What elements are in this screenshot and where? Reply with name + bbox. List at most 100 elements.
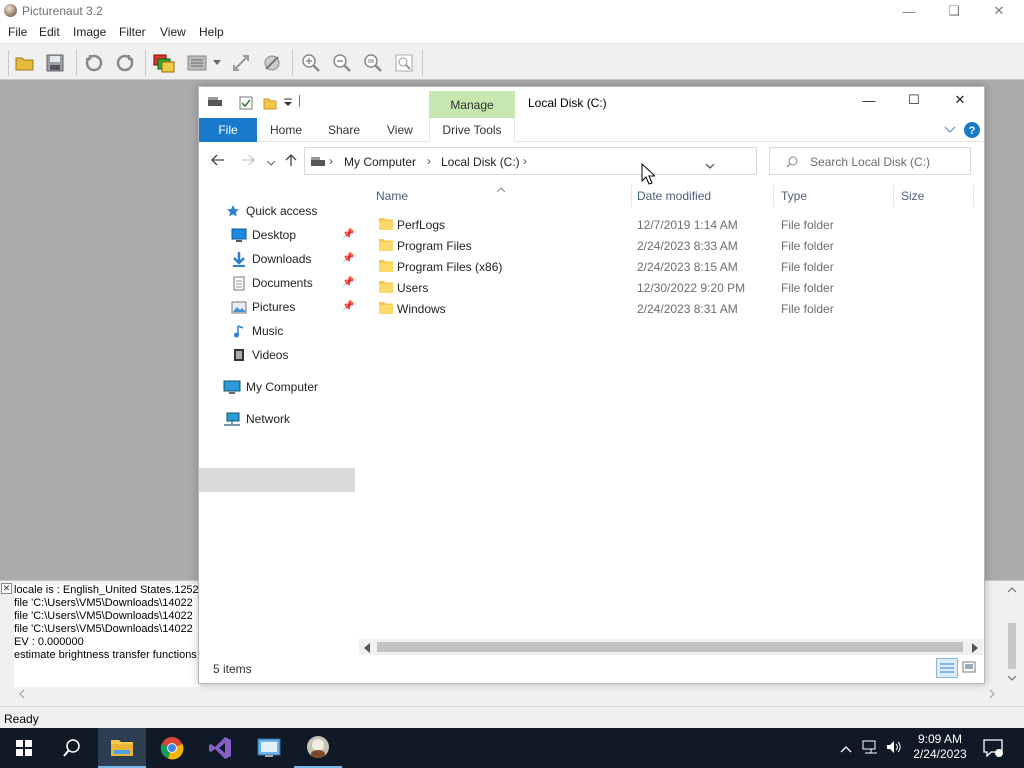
nav-my-computer[interactable]: My Computer xyxy=(223,376,318,398)
pin-icon[interactable]: 📌 xyxy=(342,229,354,240)
large-icons-view-icon[interactable] xyxy=(962,661,976,676)
file-row[interactable]: Windows 2/24/2023 8:31 AM File folder xyxy=(375,298,975,319)
save-icon[interactable] xyxy=(44,52,66,74)
zoom-actual-icon[interactable] xyxy=(393,52,415,74)
column-header-date[interactable]: Date modified xyxy=(637,189,711,203)
back-icon[interactable] xyxy=(211,154,225,169)
properties-icon[interactable] xyxy=(239,96,253,113)
network-status-icon[interactable] xyxy=(862,740,880,757)
volume-icon[interactable] xyxy=(886,740,902,757)
column-header-size[interactable]: Size xyxy=(901,189,924,203)
breadcrumb-local-disk[interactable]: Local Disk (C:) xyxy=(441,155,520,169)
explorer-close-button[interactable]: ✕ xyxy=(937,89,983,111)
horizontal-scrollbar[interactable] xyxy=(359,639,983,655)
nav-music[interactable]: Music xyxy=(231,320,283,342)
menu-image[interactable]: Image xyxy=(73,25,106,39)
crop-icon[interactable] xyxy=(230,52,252,74)
manage-context-tab[interactable]: Manage xyxy=(429,91,515,118)
column-header-name[interactable]: Name xyxy=(376,189,408,203)
expand-ribbon-icon[interactable] xyxy=(944,124,956,138)
nav-desktop[interactable]: Desktop xyxy=(231,224,296,246)
customize-qat-icon[interactable] xyxy=(283,96,293,111)
close-button[interactable]: ✕ xyxy=(976,0,1022,22)
file-row[interactable]: PerfLogs 12/7/2019 1:14 AM File folder xyxy=(375,214,975,235)
forward-icon[interactable] xyxy=(241,154,255,169)
control-panel-icon[interactable] xyxy=(245,728,293,768)
help-icon[interactable]: ? xyxy=(963,121,981,142)
tab-drive-tools[interactable]: Drive Tools xyxy=(429,118,515,142)
menu-edit[interactable]: Edit xyxy=(39,25,60,39)
visual-studio-icon[interactable] xyxy=(196,728,244,768)
tab-file[interactable]: File xyxy=(199,118,257,142)
zoom-in-icon[interactable] xyxy=(300,52,322,74)
up-icon[interactable] xyxy=(285,153,297,170)
file-list: Name Date modified Type Size PerfLogs 12… xyxy=(357,179,984,649)
nav-label: Videos xyxy=(252,348,289,362)
nav-quick-access[interactable]: Quick access xyxy=(225,200,317,222)
explorer-minimize-button[interactable]: — xyxy=(846,89,892,111)
file-row[interactable]: Program Files (x86) 2/24/2023 8:15 AM Fi… xyxy=(375,256,975,277)
log-horizontal-scrollbar[interactable] xyxy=(14,687,1000,701)
pin-icon[interactable]: 📌 xyxy=(342,301,354,312)
column-header-type[interactable]: Type xyxy=(781,189,807,203)
menu-filter[interactable]: Filter xyxy=(119,25,146,39)
file-row[interactable]: Users 12/30/2022 9:20 PM File folder xyxy=(375,277,975,298)
log-vertical-scrollbar[interactable] xyxy=(1005,583,1019,685)
nav-label: Documents xyxy=(252,276,313,290)
pin-icon[interactable]: 📌 xyxy=(342,253,354,264)
scrollbar-thumb[interactable] xyxy=(377,642,963,652)
rotate-left-icon[interactable] xyxy=(83,52,105,74)
restore-button[interactable]: ❏ xyxy=(931,0,977,22)
column-divider[interactable] xyxy=(773,185,774,207)
pin-icon[interactable]: 📌 xyxy=(342,277,354,288)
menu-help[interactable]: Help xyxy=(199,25,224,39)
chrome-icon[interactable] xyxy=(148,728,196,768)
chevron-right-icon[interactable]: › xyxy=(329,154,333,168)
column-divider[interactable] xyxy=(893,185,894,207)
new-folder-icon[interactable] xyxy=(263,96,277,113)
nav-downloads[interactable]: Downloads xyxy=(231,248,311,270)
open-folder-icon[interactable] xyxy=(14,52,36,74)
recent-locations-icon[interactable] xyxy=(266,156,276,170)
chevron-right-icon[interactable]: › xyxy=(427,154,431,168)
picturenaut-icon[interactable] xyxy=(294,728,342,768)
show-hidden-icons-icon[interactable] xyxy=(840,742,852,756)
scroll-left-icon[interactable] xyxy=(363,642,371,656)
nav-videos[interactable]: Videos xyxy=(231,344,288,366)
nav-documents[interactable]: Documents xyxy=(231,272,313,294)
address-history-icon[interactable] xyxy=(705,159,715,173)
rotate-right-icon[interactable] xyxy=(114,52,136,74)
file-explorer-icon[interactable] xyxy=(98,728,146,768)
file-row[interactable]: Program Files 2/24/2023 8:33 AM File fol… xyxy=(375,235,975,256)
zoom-out-icon[interactable] xyxy=(331,52,353,74)
menu-file[interactable]: File xyxy=(8,25,27,39)
explorer-maximize-button[interactable]: ☐ xyxy=(891,89,937,111)
nav-pictures[interactable]: Pictures xyxy=(231,296,295,318)
list-icon[interactable] xyxy=(186,52,208,74)
dropdown-arrow-icon[interactable] xyxy=(210,52,224,74)
column-divider[interactable] xyxy=(973,185,974,207)
search-icon[interactable] xyxy=(48,728,96,768)
breadcrumb-my-computer[interactable]: My Computer xyxy=(344,155,416,169)
tab-home[interactable]: Home xyxy=(270,118,302,142)
search-input[interactable]: Search Local Disk (C:) xyxy=(769,147,971,175)
start-icon[interactable] xyxy=(0,728,48,768)
adjust-icon[interactable] xyxy=(261,52,283,74)
nav-network[interactable]: Network xyxy=(223,408,290,430)
svg-text:?: ? xyxy=(969,125,976,137)
system-clock[interactable]: 9:09 AM 2/24/2023 xyxy=(908,732,972,762)
notifications-icon[interactable] xyxy=(983,739,1003,760)
details-view-icon[interactable] xyxy=(936,658,958,678)
address-bar[interactable]: › My Computer › Local Disk (C:) › xyxy=(304,147,852,175)
column-divider[interactable] xyxy=(631,185,632,207)
scroll-right-icon[interactable] xyxy=(971,642,979,656)
menu-view[interactable]: View xyxy=(160,25,186,39)
minimize-button[interactable]: — xyxy=(886,0,932,22)
tab-view[interactable]: View xyxy=(387,118,413,142)
tab-share[interactable]: Share xyxy=(328,118,360,142)
zoom-fit-icon[interactable] xyxy=(362,52,384,74)
layers-icon[interactable] xyxy=(153,52,175,74)
chevron-right-icon[interactable]: › xyxy=(523,154,527,168)
close-icon[interactable]: ✕ xyxy=(1,583,12,594)
file-name: PerfLogs xyxy=(397,218,446,232)
